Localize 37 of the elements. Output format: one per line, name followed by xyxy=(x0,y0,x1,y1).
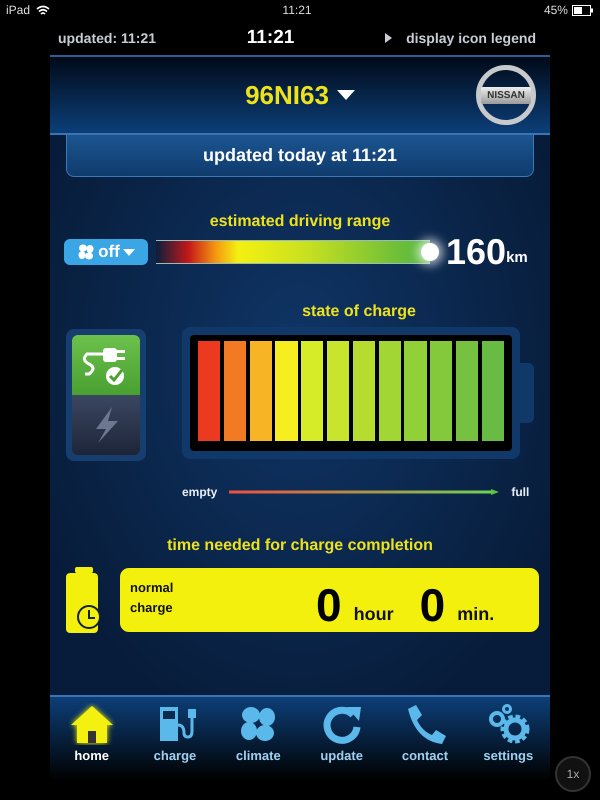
vehicle-selector[interactable]: 96NI63 xyxy=(245,80,355,110)
range-value: 160 xyxy=(446,231,506,273)
battery-icon xyxy=(572,4,594,16)
tab-bar-item[interactable]: contact xyxy=(388,703,462,780)
update-banner: updated today at 11:21 xyxy=(66,135,534,177)
caret-icon xyxy=(336,90,355,100)
updated-time: updated: 11:21 xyxy=(58,30,156,46)
wifi-icon xyxy=(36,4,50,16)
house-icon xyxy=(68,703,115,745)
minutes-unit: min. xyxy=(457,604,494,625)
clock: 11:21 xyxy=(246,26,294,48)
legend-link[interactable]: display icon legend xyxy=(406,30,536,46)
zoom-button[interactable]: 1x xyxy=(555,756,591,792)
completion-title: time needed for charge completion xyxy=(166,537,434,555)
brand-logo: NISSAN xyxy=(476,65,536,125)
tab-bar-item[interactable]: settings xyxy=(471,703,546,780)
empty-label: empty xyxy=(182,485,218,499)
caret-icon xyxy=(122,248,135,256)
tab-bar-item[interactable]: home xyxy=(54,703,129,780)
hours-unit: hour xyxy=(354,604,394,625)
range-title: estimated driving range xyxy=(208,213,392,231)
battery-clock-icon xyxy=(66,567,102,633)
fan-icon xyxy=(77,243,96,261)
tab-bar-item[interactable]: update xyxy=(304,703,379,780)
tab-bar-item[interactable]: climate xyxy=(221,703,296,780)
arrow-icon xyxy=(229,489,500,495)
minutes-value: 0 xyxy=(420,582,446,628)
charge-title: state of charge xyxy=(301,303,417,321)
status-time: 11:21 xyxy=(282,3,312,17)
device-name: iPad xyxy=(6,3,30,17)
tab-bar-item[interactable]: charge xyxy=(138,703,212,780)
battery-percent: 45% xyxy=(544,3,568,17)
range-unit: km xyxy=(506,249,528,266)
hours-value: 0 xyxy=(316,582,342,628)
play-icon xyxy=(385,32,392,42)
full-label: full xyxy=(511,485,530,499)
charge-mode-label: normal charge xyxy=(130,579,174,617)
